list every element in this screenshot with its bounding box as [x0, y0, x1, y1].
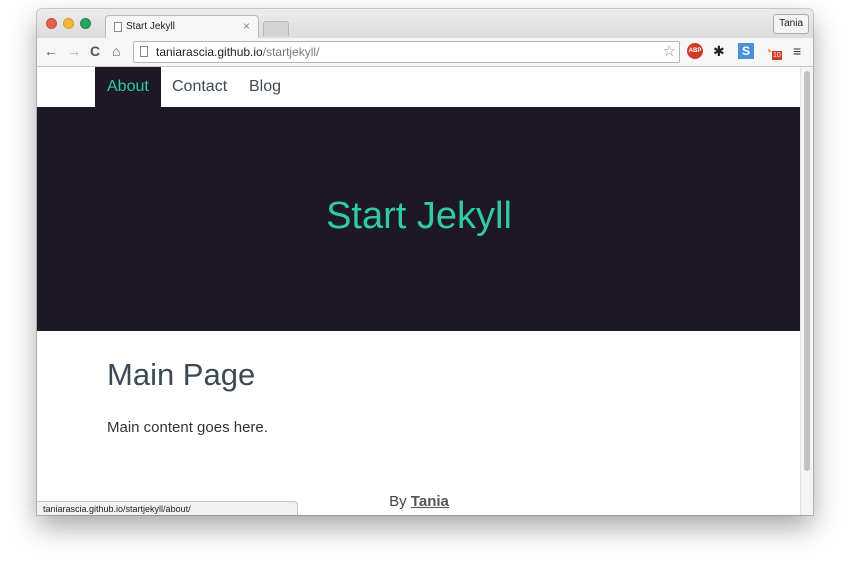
url-path: /startjekyll/ — [262, 45, 320, 59]
s-extension-icon[interactable]: S — [738, 43, 754, 59]
minimize-window-button[interactable] — [63, 18, 74, 29]
tab-start-jekyll[interactable]: Start Jekyll × — [105, 15, 259, 40]
zoom-window-button[interactable] — [80, 18, 91, 29]
page-viewport: About Contact Blog Start Jekyll Main Pag… — [37, 67, 801, 515]
scrollbar-thumb[interactable] — [804, 71, 810, 471]
site-nav: About Contact Blog — [37, 67, 801, 107]
nav-contact[interactable]: Contact — [160, 67, 239, 107]
vertical-scrollbar[interactable] — [800, 67, 813, 515]
url-text: taniarascia.github.io/startjekyll/ — [156, 45, 319, 59]
page-icon — [114, 22, 122, 32]
bookmark-star-icon[interactable]: ☆ — [663, 42, 676, 60]
browser-window: Start Jekyll × Tania ← → C ⌂ taniarascia… — [37, 9, 813, 515]
forward-icon[interactable]: → — [67, 42, 81, 60]
title-bar: Start Jekyll × Tania — [37, 9, 813, 40]
hero-banner: Start Jekyll — [37, 107, 801, 331]
menu-icon[interactable]: ≡ — [793, 43, 801, 59]
back-icon[interactable]: ← — [44, 42, 58, 60]
url-host: taniarascia.github.io — [156, 45, 263, 59]
reload-icon[interactable]: C — [90, 42, 100, 60]
new-tab-button[interactable] — [263, 21, 289, 36]
nav-blog[interactable]: Blog — [237, 67, 293, 107]
rss-icon[interactable]: ◔ 10 — [764, 43, 782, 60]
tab-close-icon[interactable]: × — [243, 19, 250, 33]
main-content: Main content goes here. — [107, 419, 268, 436]
tab-title: Start Jekyll — [126, 21, 175, 32]
page-title: Main Page — [107, 357, 256, 392]
main-section: Main Page Main content goes here. — [107, 357, 268, 436]
status-bar: taniarascia.github.io/startjekyll/about/ — [37, 501, 298, 515]
hero-title: Start Jekyll — [326, 195, 512, 237]
profile-button[interactable]: Tania — [773, 14, 809, 34]
close-window-button[interactable] — [46, 18, 57, 29]
browser-toolbar: ← → C ⌂ taniarascia.github.io/startjekyl… — [37, 38, 813, 67]
address-bar[interactable]: taniarascia.github.io/startjekyll/ ☆ — [133, 41, 680, 63]
rss-badge: 10 — [772, 51, 782, 60]
gear-icon[interactable]: ✱ — [713, 43, 725, 59]
nav-about[interactable]: About — [95, 67, 161, 107]
footer-prefix: By — [389, 493, 411, 510]
page-icon — [140, 46, 148, 57]
adblock-plus-icon[interactable]: ABP — [687, 43, 703, 59]
author-link[interactable]: Tania — [411, 493, 449, 510]
home-icon[interactable]: ⌂ — [112, 42, 120, 60]
